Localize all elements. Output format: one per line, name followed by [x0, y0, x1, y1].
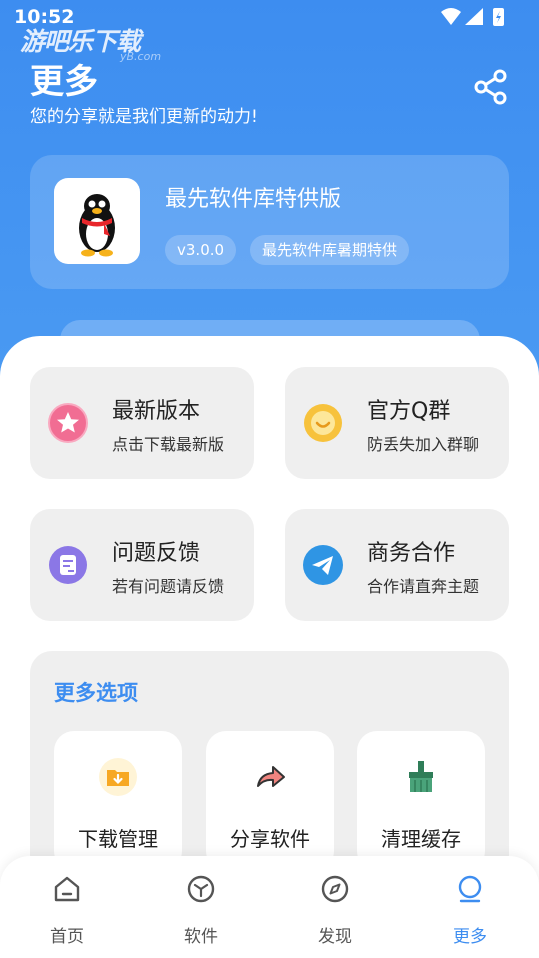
tile-subtitle: 合作请直奔主题 [367, 577, 480, 596]
business-cooperation-tile[interactable]: 商务合作 合作请直奔主题 [285, 509, 509, 621]
share-arrow-icon [257, 766, 285, 787]
option-label: 清理缓存 [381, 827, 461, 851]
wifi-icon [441, 8, 461, 25]
share-software-button[interactable]: 分享软件 [206, 731, 334, 871]
clear-cache-button[interactable]: 清理缓存 [357, 731, 485, 871]
signal-icon [465, 8, 483, 25]
page-title: 更多 [30, 62, 98, 102]
nav-label: 软件 [184, 927, 218, 947]
status-icons [441, 8, 504, 26]
download-folder-icon [99, 758, 137, 796]
tile-title: 官方Q群 [367, 399, 451, 424]
edition-badge: 最先软件库暑期特供 [250, 235, 410, 265]
tile-subtitle: 若有问题请反馈 [112, 577, 225, 596]
official-qq-group-tile[interactable]: 官方Q群 防丢失加入群聊 [285, 367, 509, 479]
nav-label: 首页 [50, 927, 84, 947]
tile-title: 最新版本 [112, 399, 201, 424]
option-label: 下载管理 [78, 827, 158, 851]
option-label: 分享软件 [230, 827, 310, 851]
penguin-icon [79, 194, 115, 257]
tile-subtitle: 点击下载最新版 [112, 435, 225, 454]
more-options-panel: 更多选项 下载管理 分享软件 清理缓存 [30, 651, 509, 891]
page-subtitle: 您的分享就是我们更新的动力! [30, 107, 258, 127]
tile-title: 问题反馈 [112, 541, 201, 566]
nav-discover[interactable]: 发现 [268, 856, 402, 958]
nav-label: 发现 [318, 927, 352, 947]
app-info-card: 最先软件库特供版 v3.0.0 最先软件库暑期特供 [30, 155, 509, 289]
nav-more[interactable]: 更多 [403, 856, 537, 958]
smile-icon [304, 404, 342, 442]
compass-icon [321, 875, 349, 903]
nav-home[interactable]: 首页 [0, 856, 134, 958]
tile-subtitle: 防丢失加入群聊 [367, 435, 480, 454]
version-badge: v3.0.0 [165, 235, 237, 265]
more-options-heading: 更多选项 [54, 681, 138, 705]
latest-version-tile[interactable]: 最新版本 点击下载最新版 [30, 367, 254, 479]
watermark-domain: yB.com [120, 50, 162, 63]
feedback-icon [49, 546, 87, 584]
star-icon [48, 403, 88, 443]
cube-icon [187, 875, 215, 903]
share-icon[interactable] [472, 68, 510, 106]
nav-label: 更多 [453, 927, 487, 947]
tile-title: 商务合作 [367, 541, 456, 566]
feedback-tile[interactable]: 问题反馈 若有问题请反馈 [30, 509, 254, 621]
circle-icon [458, 875, 482, 903]
nav-software[interactable]: 软件 [134, 856, 268, 958]
broom-icon [409, 761, 433, 792]
home-icon [54, 876, 80, 902]
app-name: 最先软件库特供版 [165, 187, 342, 212]
download-manager-button[interactable]: 下载管理 [54, 731, 182, 871]
bottom-nav: 首页 软件 发现 更多 [0, 856, 539, 958]
app-logo [54, 178, 140, 264]
send-icon [303, 545, 343, 585]
